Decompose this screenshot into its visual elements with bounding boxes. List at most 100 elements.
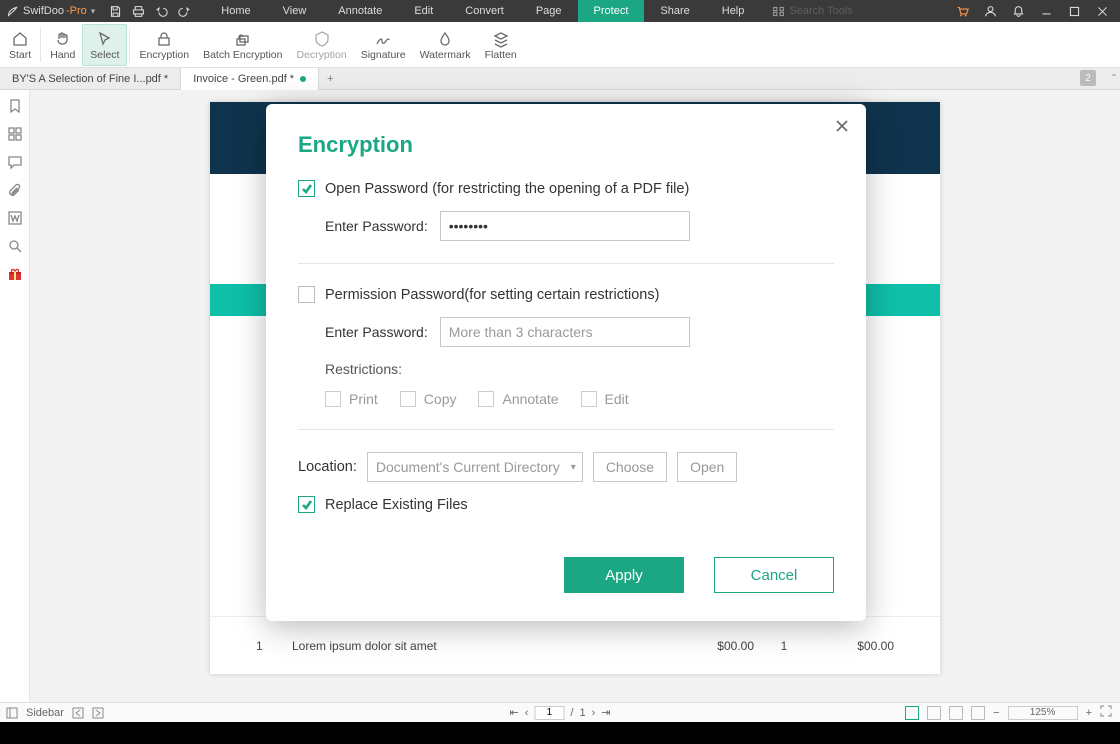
word-export-icon[interactable] [7, 210, 23, 226]
main-menu: Home View Annotate Edit Convert Page Pro… [205, 0, 760, 22]
menu-annotate[interactable]: Annotate [322, 0, 398, 22]
enter-password-label: Enter Password: [325, 218, 428, 234]
dialog-title: Encryption [298, 132, 834, 158]
ribbon-divider [129, 28, 130, 62]
row-price: $00.00 [654, 639, 754, 653]
restrict-edit[interactable]: Edit [581, 391, 629, 407]
cart-icon[interactable] [954, 3, 970, 19]
permission-password-row: Enter Password: [325, 317, 834, 347]
bell-icon[interactable] [1010, 3, 1026, 19]
ribbon-flatten[interactable]: Flatten [478, 24, 524, 66]
window-minimize-icon[interactable] [1038, 3, 1054, 19]
menu-protect[interactable]: Protect [578, 0, 645, 22]
location-select[interactable]: Document's Current Directory▾ [367, 452, 583, 482]
view-mode-2[interactable] [927, 706, 941, 720]
menu-help[interactable]: Help [706, 0, 761, 22]
ribbon-select[interactable]: Select [82, 24, 127, 66]
apply-button[interactable]: Apply [564, 557, 684, 593]
menu-page[interactable]: Page [520, 0, 578, 22]
search-icon[interactable] [7, 238, 23, 254]
encryption-dialog: Encryption Open Password (for restrictin… [266, 104, 866, 621]
open-button[interactable]: Open [677, 452, 737, 482]
tab-doc-2[interactable]: Invoice - Green.pdf * [181, 68, 319, 90]
restrict-print-label: Print [349, 391, 378, 407]
view-mode-1[interactable] [905, 706, 919, 720]
open-password-row: Enter Password: [325, 211, 834, 241]
fullscreen-icon[interactable] [1100, 705, 1112, 720]
next-page-icon[interactable]: › [592, 707, 596, 719]
thumbnails-icon[interactable] [7, 126, 23, 142]
sidebar-toggle-icon[interactable] [6, 707, 18, 719]
last-page-icon[interactable]: ⇥ [601, 706, 610, 719]
first-page-icon[interactable]: ⇤ [510, 706, 519, 719]
menu-home[interactable]: Home [205, 0, 266, 22]
open-password-input[interactable] [440, 211, 690, 241]
brand-text-1: SwifDoo [23, 5, 64, 17]
restrict-print-checkbox[interactable] [325, 391, 341, 407]
permission-password-checkbox[interactable] [298, 286, 315, 303]
permission-password-option[interactable]: Permission Password(for setting certain … [298, 286, 834, 303]
row-total: $00.00 [814, 639, 894, 653]
comment-icon[interactable] [7, 154, 23, 170]
window-maximize-icon[interactable] [1066, 3, 1082, 19]
menu-share[interactable]: Share [644, 0, 705, 22]
ribbon-encryption[interactable]: Encryption [132, 24, 196, 66]
undo-icon[interactable] [155, 5, 168, 18]
page-current-input[interactable] [534, 706, 564, 720]
bookmark-icon[interactable] [7, 98, 23, 114]
ribbon-start[interactable]: Start [2, 24, 38, 66]
active-dot-icon [300, 76, 306, 82]
restrict-annotate-checkbox[interactable] [478, 391, 494, 407]
collapse-right-icon[interactable] [92, 707, 104, 719]
ribbon-batch-encryption[interactable]: Batch Encryption [196, 24, 289, 66]
view-mode-4[interactable] [971, 706, 985, 720]
restrict-annotate[interactable]: Annotate [478, 391, 558, 407]
ribbon-signature[interactable]: Signature [354, 24, 413, 66]
open-password-checkbox[interactable] [298, 180, 315, 197]
replace-existing-checkbox[interactable] [298, 496, 315, 513]
zoom-out-icon[interactable]: − [993, 707, 999, 719]
user-icon[interactable] [982, 3, 998, 19]
feather-icon [6, 5, 19, 18]
search-tools-input[interactable] [789, 5, 879, 17]
restrict-print[interactable]: Print [325, 391, 378, 407]
ribbon-decryption-label: Decryption [296, 49, 346, 61]
page-sep: / [570, 707, 573, 719]
cancel-button[interactable]: Cancel [714, 557, 834, 593]
menu-edit[interactable]: Edit [398, 0, 449, 22]
ribbon-hand[interactable]: Hand [43, 24, 82, 66]
tab-add-button[interactable]: + [319, 73, 341, 85]
attachment-icon[interactable] [7, 182, 23, 198]
view-mode-3[interactable] [949, 706, 963, 720]
sidebar-label[interactable]: Sidebar [26, 707, 64, 719]
restrict-edit-checkbox[interactable] [581, 391, 597, 407]
dialog-close-button[interactable] [834, 118, 850, 139]
statusbar-left: Sidebar [6, 707, 104, 719]
menu-convert[interactable]: Convert [449, 0, 520, 22]
collapse-ribbon-icon[interactable]: ˆ [1112, 72, 1116, 86]
search-tools[interactable] [766, 5, 885, 18]
redo-icon[interactable] [178, 5, 191, 18]
restrict-copy-checkbox[interactable] [400, 391, 416, 407]
window-close-icon[interactable] [1094, 3, 1110, 19]
prev-page-icon[interactable]: ‹ [525, 707, 529, 719]
ribbon-watermark[interactable]: Watermark [413, 24, 478, 66]
ribbon-decryption: Decryption [289, 24, 353, 66]
ribbon-encryption-label: Encryption [139, 49, 189, 61]
zoom-level[interactable]: 125% [1008, 706, 1078, 720]
open-password-option[interactable]: Open Password (for restricting the openi… [298, 180, 834, 197]
tab-doc-1[interactable]: BY'S A Selection of Fine I...pdf * [0, 68, 181, 90]
zoom-in-icon[interactable]: + [1086, 707, 1092, 719]
gift-icon[interactable] [7, 266, 23, 282]
replace-existing-option[interactable]: Replace Existing Files [298, 496, 834, 513]
brand-dropdown-icon[interactable]: ▾ [91, 6, 96, 17]
tabs-count-badge[interactable]: 2 [1080, 70, 1096, 86]
print-icon[interactable] [132, 5, 145, 18]
choose-button[interactable]: Choose [593, 452, 667, 482]
restrict-copy[interactable]: Copy [400, 391, 457, 407]
ribbon-batch-label: Batch Encryption [203, 49, 282, 61]
permission-password-input[interactable] [440, 317, 690, 347]
menu-view[interactable]: View [267, 0, 323, 22]
save-icon[interactable] [109, 5, 122, 18]
collapse-left-icon[interactable] [72, 707, 84, 719]
